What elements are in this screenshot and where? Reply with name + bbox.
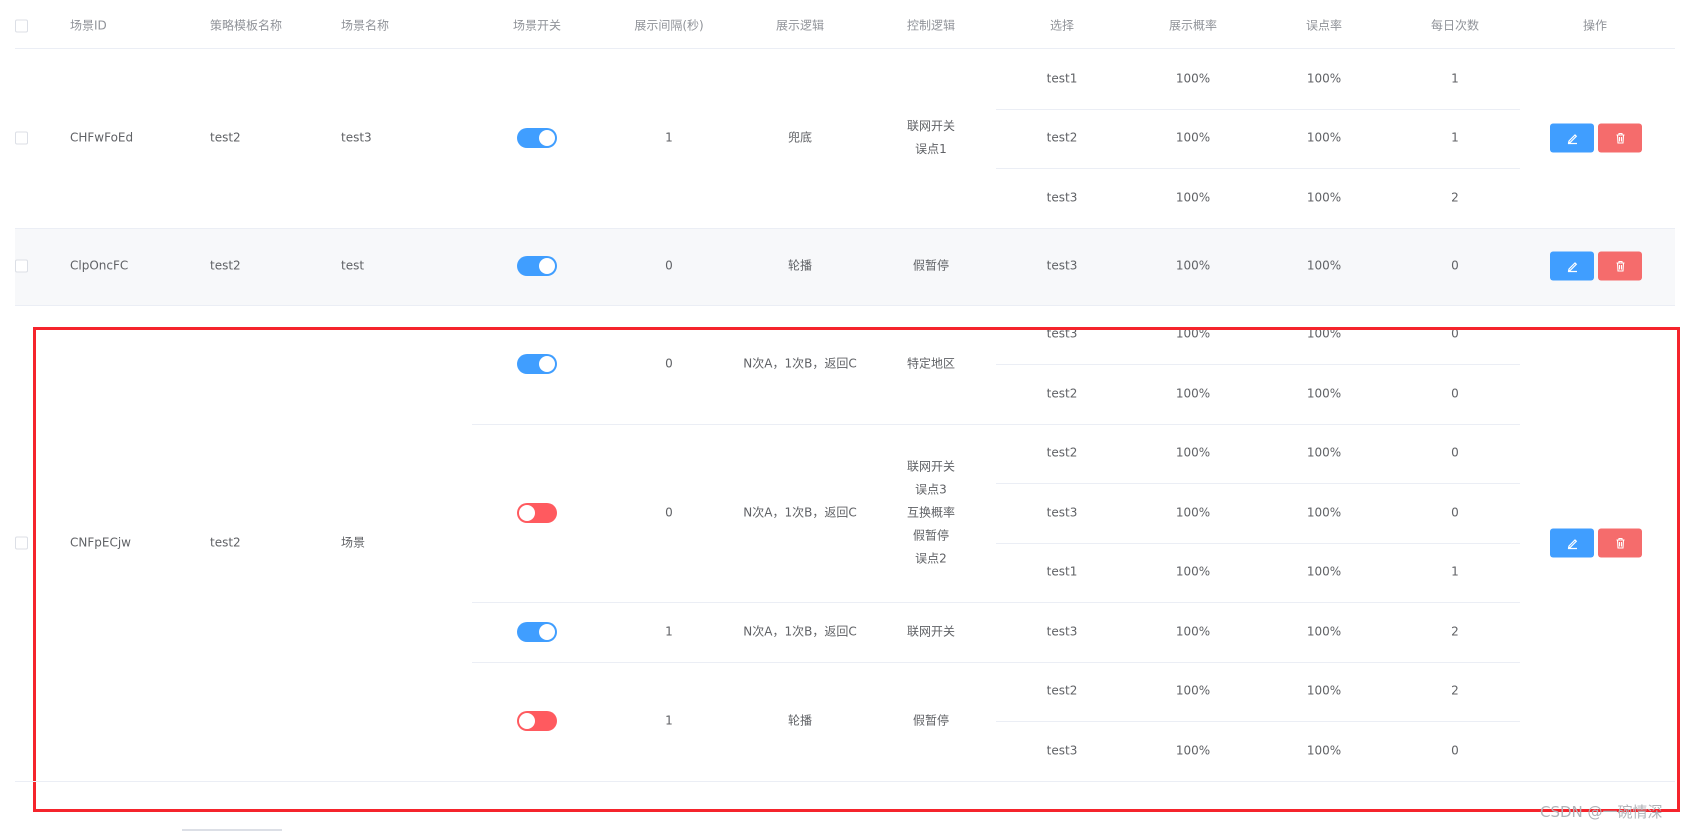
row-checkbox[interactable] xyxy=(15,259,28,273)
header-template-name[interactable]: 策略模板名称 xyxy=(210,15,282,38)
daily-count: 0 xyxy=(1451,258,1459,273)
delete-button[interactable] xyxy=(1598,123,1642,153)
row-divider xyxy=(15,304,1675,306)
scene-switch[interactable] xyxy=(517,256,557,276)
header-interval[interactable]: 展示间隔(秒) xyxy=(634,15,703,38)
choice-name: test2 xyxy=(1046,130,1078,145)
edit-button[interactable] xyxy=(1550,123,1594,153)
misclick-rate: 100% xyxy=(1306,190,1342,205)
delete-button[interactable] xyxy=(1598,251,1642,281)
row-checkbox[interactable] xyxy=(15,536,28,549)
choice-name: test1 xyxy=(1046,71,1078,86)
control-logic-item: 联网开关 xyxy=(906,119,956,134)
choice-name: test3 xyxy=(1046,190,1078,205)
switch-knob xyxy=(539,130,555,147)
display-prob: 100% xyxy=(1175,258,1211,273)
header-misclick-rate[interactable]: 误点率 xyxy=(1306,15,1342,38)
item-divider xyxy=(996,721,1520,722)
select-all-checkbox[interactable] xyxy=(15,19,28,33)
edit-icon xyxy=(1567,262,1577,273)
misclick-rate: 100% xyxy=(1306,130,1342,145)
header-display-logic[interactable]: 展示逻辑 xyxy=(776,15,824,38)
header-action: 操作 xyxy=(1582,18,1608,33)
delete-icon xyxy=(1616,133,1624,144)
switch-knob xyxy=(539,258,555,274)
edit-button[interactable] xyxy=(1550,251,1594,281)
item-divider xyxy=(996,364,1520,365)
display-prob: 100% xyxy=(1175,190,1211,205)
edit-icon xyxy=(1567,134,1577,145)
header-daily-count[interactable]: 每日次数 xyxy=(1431,15,1479,38)
header-switch[interactable]: 场景开关 xyxy=(513,15,561,38)
header-choice[interactable]: 选择 xyxy=(1050,15,1074,38)
group-divider xyxy=(472,602,1520,603)
scene-name: test3 xyxy=(341,130,372,145)
row-hover-bg xyxy=(15,227,1675,305)
control-logic-item: 假暂停 xyxy=(912,258,950,273)
scene-table: 场景ID 策略模板名称 场景名称 场景开关 展示间隔(秒) 展示逻辑 控制逻辑 … xyxy=(0,0,1691,831)
daily-count: 1 xyxy=(1451,130,1459,145)
item-divider xyxy=(996,108,1520,110)
display-prob: 100% xyxy=(1175,130,1211,145)
row-divider xyxy=(15,227,1675,229)
display-interval: 1 xyxy=(665,130,673,145)
row-divider xyxy=(15,780,1675,782)
template-name: test2 xyxy=(210,258,241,273)
group-divider xyxy=(472,661,1520,663)
header-display-prob[interactable]: 展示概率 xyxy=(1169,15,1217,38)
control-logic: 假暂停 xyxy=(913,255,949,278)
scene-id: ClpOncFC xyxy=(70,258,129,273)
header-id[interactable]: 场景ID xyxy=(70,15,107,38)
highlight-box xyxy=(33,327,1680,812)
daily-count: 1 xyxy=(1451,71,1459,86)
scene-switch[interactable] xyxy=(517,128,557,149)
header-scene-name[interactable]: 场景名称 xyxy=(341,15,389,38)
header-control-logic[interactable]: 控制逻辑 xyxy=(907,15,955,38)
misclick-rate: 100% xyxy=(1306,258,1342,273)
template-name: test2 xyxy=(210,130,241,145)
display-logic: 兜底 xyxy=(787,130,813,145)
scene-id: CHFwFoEd xyxy=(70,130,134,145)
control-logic: 联网开关误点1 xyxy=(907,115,955,161)
watermark: CSDN @一碗情深 xyxy=(1540,803,1663,821)
row-checkbox[interactable] xyxy=(15,131,28,145)
display-interval: 0 xyxy=(665,258,673,273)
group-divider xyxy=(472,423,1520,425)
daily-count: 2 xyxy=(1451,190,1459,205)
misclick-rate: 100% xyxy=(1306,71,1342,86)
item-divider xyxy=(996,168,1520,169)
display-logic: 轮播 xyxy=(787,258,813,273)
item-divider xyxy=(996,542,1520,544)
header-divider xyxy=(15,48,1675,49)
display-prob: 100% xyxy=(1175,71,1211,86)
delete-icon xyxy=(1616,260,1624,272)
scene-name: test xyxy=(341,258,365,273)
choice-name: test3 xyxy=(1046,258,1078,273)
control-logic-item: 误点1 xyxy=(915,142,947,157)
item-divider xyxy=(996,483,1520,484)
